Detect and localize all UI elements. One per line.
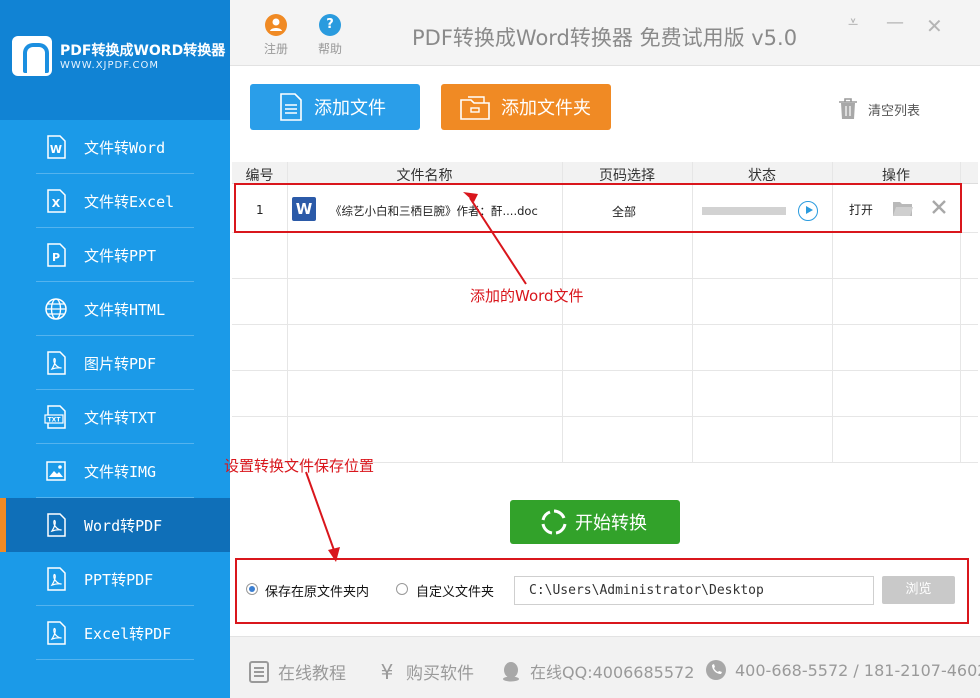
- annotation-save-location: 设置转换文件保存位置: [224, 457, 375, 475]
- collapse-icon[interactable]: ⩡: [848, 12, 858, 33]
- minimize-icon[interactable]: —: [886, 12, 904, 33]
- column-header-actions: 操作: [882, 168, 910, 184]
- app-title: PDF转换成Word转换器 免费试用版 v5.0: [412, 26, 798, 50]
- sidebar-item-file-to-img[interactable]: 文件转IMG: [0, 444, 230, 498]
- logo-title: PDF转换成WORD转换器: [60, 43, 226, 59]
- add-folder-label: 添加文件夹: [501, 98, 591, 119]
- browse-button[interactable]: 浏览: [882, 576, 955, 604]
- table-header: 编号 文件名称 页码选择 状态 操作: [232, 162, 978, 184]
- globe-icon: [45, 298, 67, 320]
- sidebar-item-word-to-pdf[interactable]: Word转PDF: [0, 498, 230, 552]
- footer: 在线教程 ¥ 购买软件 在线QQ:4006685572 400-668-5572…: [230, 636, 980, 698]
- excel-doc-glyph: X: [52, 197, 61, 210]
- help-label: 帮助: [317, 42, 342, 56]
- qq-icon: [503, 662, 519, 682]
- phone-icon: [706, 660, 726, 680]
- nav-divider: [36, 659, 194, 660]
- sidebar-item-file-to-excel[interactable]: X 文件转Excel: [0, 174, 230, 228]
- logo-url: WWW.XJPDF.COM: [60, 60, 160, 71]
- file-row-highlight: [234, 183, 962, 233]
- folder-add-icon: [460, 96, 490, 120]
- ppt-doc-glyph: P: [52, 251, 60, 264]
- online-tutorial-label: 在线教程: [278, 664, 346, 684]
- clear-list-button[interactable]: 清空列表: [838, 98, 920, 120]
- trash-icon: [839, 98, 857, 119]
- sidebar-item-label: 图片转PDF: [84, 355, 157, 373]
- document-icon: [249, 660, 269, 683]
- column-header-index: 编号: [245, 168, 274, 184]
- sidebar-item-label: 文件转Word: [84, 139, 166, 157]
- start-conversion-button[interactable]: 开始转换: [510, 500, 680, 544]
- save-custom-label[interactable]: 自定义文件夹: [416, 581, 494, 600]
- sidebar-item-label: Word转PDF: [84, 517, 163, 535]
- app-logo-icon: [12, 36, 52, 76]
- sidebar-item-ppt-to-pdf[interactable]: PPT转PDF: [0, 552, 230, 606]
- row-divider: [232, 416, 978, 417]
- annotation-added-file: 添加的Word文件: [470, 287, 584, 305]
- title-bar: 注册 ? 帮助 PDF转换成Word转换器 免费试用版 v5.0 ⩡ — ✕: [230, 0, 980, 66]
- close-icon[interactable]: ✕: [926, 14, 943, 38]
- excel-doc-icon: X: [47, 189, 66, 213]
- sidebar-item-image-to-pdf[interactable]: 图片转PDF: [0, 336, 230, 390]
- phone-label: 400-668-5572 / 181-2107-4602: [735, 660, 980, 680]
- save-path-input[interactable]: C:\Users\Administrator\Desktop: [514, 576, 874, 605]
- buy-software-link[interactable]: ¥ 购买软件: [376, 659, 474, 685]
- save-custom-radio[interactable]: [396, 583, 408, 595]
- sidebar-item-label: 文件转TXT: [84, 409, 157, 427]
- image-icon: [46, 461, 66, 481]
- online-tutorial-link[interactable]: 在线教程: [248, 659, 346, 684]
- logo-area: PDF转换成WORD转换器 WWW.XJPDF.COM: [0, 0, 230, 120]
- sidebar: PDF转换成WORD转换器 WWW.XJPDF.COM W 文件转Word X …: [0, 0, 230, 698]
- register-button[interactable]: 注册: [256, 14, 296, 57]
- sidebar-item-label: 文件转Excel: [84, 193, 175, 211]
- clear-list-label: 清空列表: [868, 103, 921, 119]
- txt-doc-icon: TXT: [44, 405, 66, 429]
- pdf-doc-icon: [47, 621, 66, 645]
- add-file-label: 添加文件: [314, 98, 386, 119]
- pdf-doc-icon: [47, 513, 66, 537]
- online-qq-label: 在线QQ:4006685572: [530, 663, 695, 682]
- row-divider: [232, 370, 978, 371]
- pdf-doc-icon: [47, 351, 66, 375]
- txt-doc-glyph: TXT: [48, 417, 62, 424]
- sidebar-item-label: Excel转PDF: [84, 625, 172, 643]
- sidebar-item-file-to-ppt[interactable]: P 文件转PPT: [0, 228, 230, 282]
- refresh-icon: [541, 509, 567, 535]
- sidebar-item-file-to-word[interactable]: W 文件转Word: [0, 120, 230, 174]
- sidebar-item-label: 文件转IMG: [84, 463, 157, 481]
- buy-software-label: 购买软件: [406, 664, 474, 684]
- add-file-button[interactable]: 添加文件: [250, 84, 420, 130]
- start-conversion-label: 开始转换: [575, 513, 647, 534]
- phone-contact: 400-668-5572 / 181-2107-4602: [705, 659, 980, 681]
- help-icon: ?: [319, 14, 341, 36]
- save-original-label[interactable]: 保存在原文件夹内: [265, 581, 369, 600]
- sidebar-item-label: PPT转PDF: [84, 571, 154, 589]
- user-icon: [265, 14, 287, 36]
- help-button[interactable]: ? 帮助: [310, 14, 350, 57]
- row-divider: [232, 324, 978, 325]
- file-add-icon: [280, 93, 302, 121]
- sidebar-item-file-to-txt[interactable]: TXT 文件转TXT: [0, 390, 230, 444]
- yen-icon: ¥: [380, 659, 394, 684]
- ppt-doc-icon: P: [47, 243, 66, 267]
- sidebar-item-label: 文件转HTML: [84, 301, 166, 319]
- online-qq-link[interactable]: 在线QQ:4006685572: [500, 659, 694, 683]
- column-header-status: 状态: [748, 168, 776, 184]
- word-doc-icon: W: [47, 135, 66, 159]
- sidebar-item-file-to-html[interactable]: 文件转HTML: [0, 282, 230, 336]
- save-original-radio[interactable]: [246, 583, 258, 595]
- register-label: 注册: [263, 42, 288, 56]
- sidebar-item-label: 文件转PPT: [84, 247, 157, 265]
- row-divider: [232, 278, 978, 279]
- add-folder-button[interactable]: 添加文件夹: [441, 84, 611, 130]
- sidebar-item-excel-to-pdf[interactable]: Excel转PDF: [0, 606, 230, 660]
- column-header-file-name: 文件名称: [396, 168, 453, 184]
- column-header-pages: 页码选择: [599, 168, 655, 184]
- pdf-doc-icon: [47, 567, 66, 591]
- word-doc-glyph: W: [50, 143, 62, 156]
